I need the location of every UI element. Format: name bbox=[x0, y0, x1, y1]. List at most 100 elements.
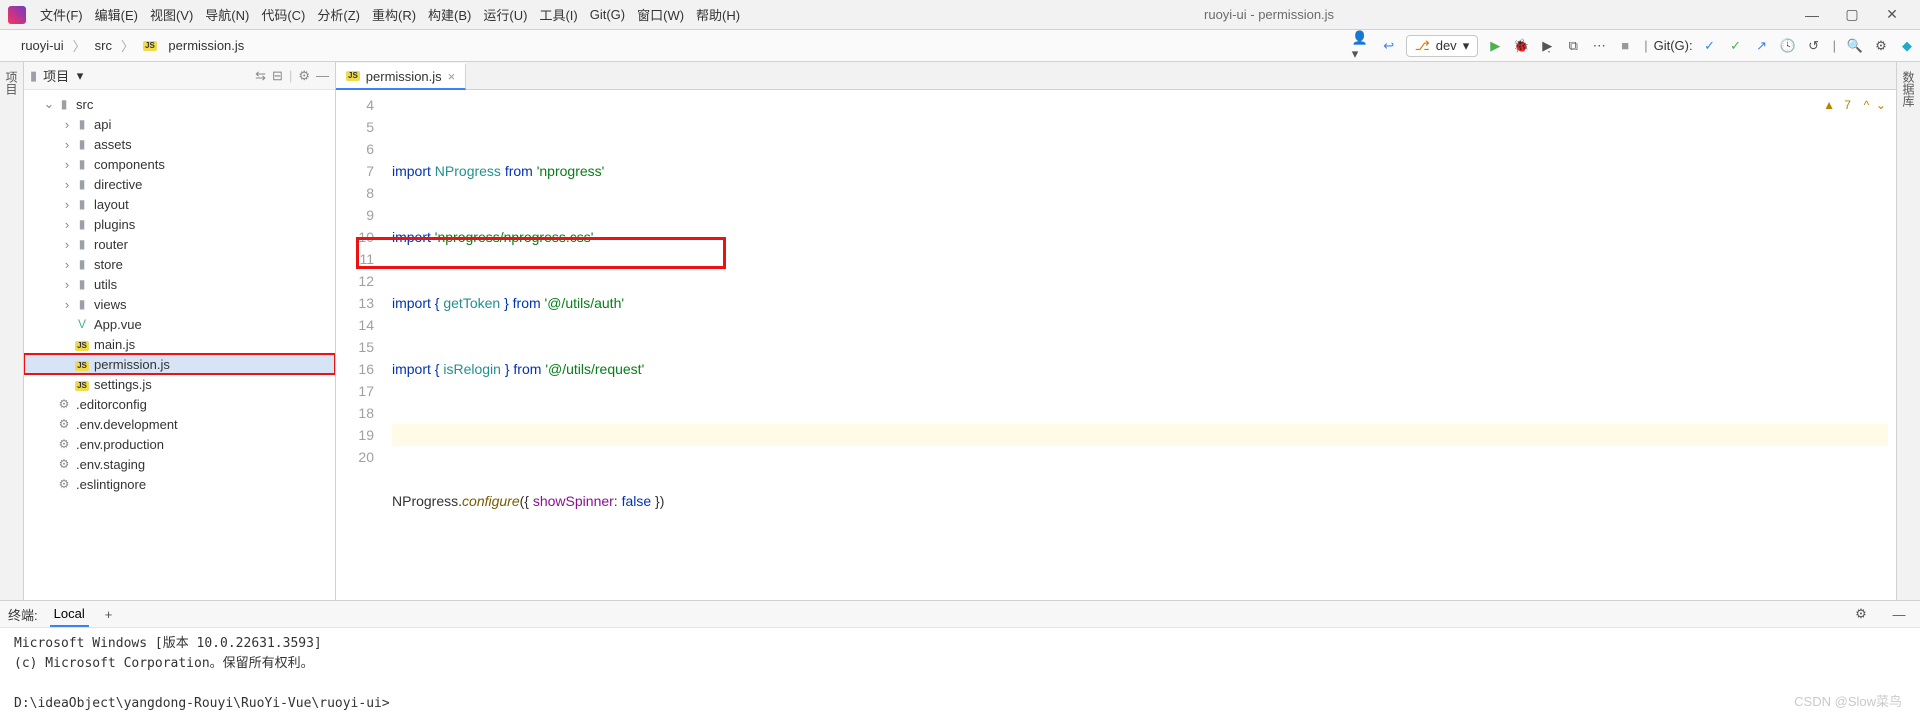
tree-item-settings-js[interactable]: JSsettings.js bbox=[24, 374, 335, 394]
editor-tabbar: JS permission.js × bbox=[336, 62, 1896, 90]
branch-name: dev bbox=[1436, 38, 1457, 53]
project-panel-title[interactable]: 项目 ▾ bbox=[43, 66, 249, 85]
breadcrumb-sep: 〉 bbox=[121, 36, 134, 55]
code-editor[interactable]: ▲ 7 ^ ⌄ import NProgress from 'nprogress… bbox=[384, 90, 1896, 600]
terminal-hide-icon[interactable]: — bbox=[1888, 603, 1910, 625]
tree-item--editorconfig[interactable]: ⚙.editorconfig bbox=[24, 394, 335, 414]
panel-hide-icon[interactable]: — bbox=[316, 68, 329, 83]
panel-split-icon[interactable]: ⊟ bbox=[272, 68, 283, 84]
tree-item-permission-js[interactable]: JSpermission.js bbox=[24, 354, 335, 374]
menu-build[interactable]: 构建(B) bbox=[422, 1, 477, 28]
tree-item-App-vue[interactable]: VApp.vue bbox=[24, 314, 335, 334]
line-gutter: 4567891011121314151617181920 bbox=[336, 90, 384, 600]
tree-item-directive[interactable]: ›▮directive bbox=[24, 174, 335, 194]
terminal-body[interactable]: Microsoft Windows [版本 10.0.22631.3593] (… bbox=[0, 628, 1920, 720]
git-commit-icon[interactable]: ✓ bbox=[1725, 35, 1747, 57]
close-tab-icon[interactable]: × bbox=[448, 69, 456, 84]
terminal-label: 终端: bbox=[8, 605, 38, 624]
menu-file[interactable]: 文件(F) bbox=[34, 1, 89, 28]
close-button[interactable]: ✕ bbox=[1872, 6, 1912, 23]
menu-help[interactable]: 帮助(H) bbox=[690, 1, 746, 28]
terminal-tabs: 终端: Local + ⚙ — bbox=[0, 601, 1920, 628]
tree-item--env-development[interactable]: ⚙.env.development bbox=[24, 414, 335, 434]
breadcrumb-src[interactable]: src bbox=[90, 36, 117, 55]
menu-run[interactable]: 运行(U) bbox=[477, 1, 533, 28]
menu-navigate[interactable]: 导航(N) bbox=[199, 1, 255, 28]
search-icon[interactable]: 🔍 bbox=[1844, 35, 1866, 57]
main-area: 项目 ▮ 项目 ▾ ⇆ ⊟ | ⚙ — ⌄▮src›▮api›▮assets›▮… bbox=[0, 62, 1920, 600]
inspection-summary[interactable]: ▲ 7 ^ ⌄ bbox=[1823, 94, 1886, 116]
project-tool-button[interactable]: 项目 bbox=[1, 67, 22, 99]
terminal-tab-local[interactable]: Local bbox=[50, 602, 89, 627]
tree-item--env-production[interactable]: ⚙.env.production bbox=[24, 434, 335, 454]
right-tool-strip: 数据库 bbox=[1896, 62, 1920, 600]
tree-item--env-staging[interactable]: ⚙.env.staging bbox=[24, 454, 335, 474]
back-arrow-icon[interactable]: ↩ bbox=[1378, 35, 1400, 57]
tree-item-utils[interactable]: ›▮utils bbox=[24, 274, 335, 294]
terminal-settings-icon[interactable]: ⚙ bbox=[1850, 603, 1872, 625]
stop-button[interactable]: ■ bbox=[1614, 35, 1636, 57]
app-logo bbox=[8, 6, 26, 24]
user-icon[interactable]: 👤▾ bbox=[1352, 35, 1374, 57]
git-label: Git(G): bbox=[1654, 38, 1693, 53]
tree-item-views[interactable]: ›▮views bbox=[24, 294, 335, 314]
project-panel: ▮ 项目 ▾ ⇆ ⊟ | ⚙ — ⌄▮src›▮api›▮assets›▮com… bbox=[24, 62, 336, 600]
tree-item-components[interactable]: ›▮components bbox=[24, 154, 335, 174]
breadcrumb-root[interactable]: ruoyi-ui bbox=[16, 36, 69, 55]
watermark: CSDN @Slow菜鸟 bbox=[1794, 691, 1902, 710]
titlebar: 文件(F) 编辑(E) 视图(V) 导航(N) 代码(C) 分析(Z) 重构(R… bbox=[0, 0, 1920, 30]
editor-tab-permission[interactable]: JS permission.js × bbox=[336, 63, 466, 90]
breadcrumb: ruoyi-ui 〉 src 〉 JS permission.js bbox=[0, 36, 249, 55]
menu-window[interactable]: 窗口(W) bbox=[631, 1, 690, 28]
branch-icon: ⎇ bbox=[1415, 38, 1430, 54]
tree-item-layout[interactable]: ›▮layout bbox=[24, 194, 335, 214]
menu-tools[interactable]: 工具(I) bbox=[533, 1, 583, 28]
database-tool-button[interactable]: 数据库 bbox=[1898, 67, 1919, 111]
tree-item-assets[interactable]: ›▮assets bbox=[24, 134, 335, 154]
menu-edit[interactable]: 编辑(E) bbox=[89, 1, 144, 28]
tree-item-api[interactable]: ›▮api bbox=[24, 114, 335, 134]
tree-item-plugins[interactable]: ›▮plugins bbox=[24, 214, 335, 234]
panel-expand-icon[interactable]: ⇆ bbox=[255, 68, 266, 84]
project-tree[interactable]: ⌄▮src›▮api›▮assets›▮components›▮directiv… bbox=[24, 90, 335, 600]
editor-area: JS permission.js × 456789101112131415161… bbox=[336, 62, 1896, 600]
window-title: ruoyi-ui - permission.js bbox=[746, 7, 1792, 22]
editor-tab-label: permission.js bbox=[366, 69, 442, 84]
menu-git[interactable]: Git(G) bbox=[584, 3, 631, 26]
tree-item-store[interactable]: ›▮store bbox=[24, 254, 335, 274]
left-tool-strip: 项目 bbox=[0, 62, 24, 600]
debug-button[interactable]: 🐞 bbox=[1510, 35, 1532, 57]
menu-view[interactable]: 视图(V) bbox=[144, 1, 199, 28]
menu-analyze[interactable]: 分析(Z) bbox=[311, 1, 366, 28]
coverage-button[interactable]: ▶̣ bbox=[1536, 35, 1558, 57]
js-icon: JS bbox=[143, 41, 157, 51]
project-panel-header: ▮ 项目 ▾ ⇆ ⊟ | ⚙ — bbox=[24, 62, 335, 90]
terminal-new-tab[interactable]: + bbox=[101, 603, 117, 626]
tree-item-main-js[interactable]: JSmain.js bbox=[24, 334, 335, 354]
more-run-icon[interactable]: ⋯ bbox=[1588, 35, 1610, 57]
git-push-icon[interactable]: ↗ bbox=[1751, 35, 1773, 57]
breadcrumb-file[interactable]: JS permission.js bbox=[138, 36, 249, 55]
tree-item-router[interactable]: ›▮router bbox=[24, 234, 335, 254]
code-container: 4567891011121314151617181920 ▲ 7 ^ ⌄ imp… bbox=[336, 90, 1896, 600]
minimize-button[interactable]: — bbox=[1792, 7, 1832, 23]
terminal-panel: 终端: Local + ⚙ — Microsoft Windows [版本 10… bbox=[0, 600, 1920, 720]
run-button[interactable]: ▶ bbox=[1484, 35, 1506, 57]
git-history-icon[interactable]: 🕓 bbox=[1777, 35, 1799, 57]
menu-refactor[interactable]: 重构(R) bbox=[366, 1, 422, 28]
tree-item--eslintignore[interactable]: ⚙.eslintignore bbox=[24, 474, 335, 494]
git-rollback-icon[interactable]: ↺ bbox=[1803, 35, 1825, 57]
folder-icon: ▮ bbox=[30, 68, 37, 84]
panel-settings-icon[interactable]: ⚙ bbox=[298, 68, 310, 84]
menu-code[interactable]: 代码(C) bbox=[255, 1, 311, 28]
navbar: ruoyi-ui 〉 src 〉 JS permission.js 👤▾ ↩ ⎇… bbox=[0, 30, 1920, 62]
maximize-button[interactable]: ▢ bbox=[1832, 6, 1872, 23]
profile-button[interactable]: ⧉ bbox=[1562, 35, 1584, 57]
settings-icon[interactable]: ⚙ bbox=[1870, 35, 1892, 57]
js-icon: JS bbox=[346, 71, 360, 81]
git-branch-selector[interactable]: ⎇ dev ▾ bbox=[1406, 35, 1478, 57]
tree-item-src[interactable]: ⌄▮src bbox=[24, 94, 335, 114]
ai-assistant-icon[interactable]: ◆ bbox=[1896, 35, 1918, 57]
chevron-down-icon: ▾ bbox=[1463, 38, 1470, 54]
git-update-icon[interactable]: ✓ bbox=[1699, 35, 1721, 57]
